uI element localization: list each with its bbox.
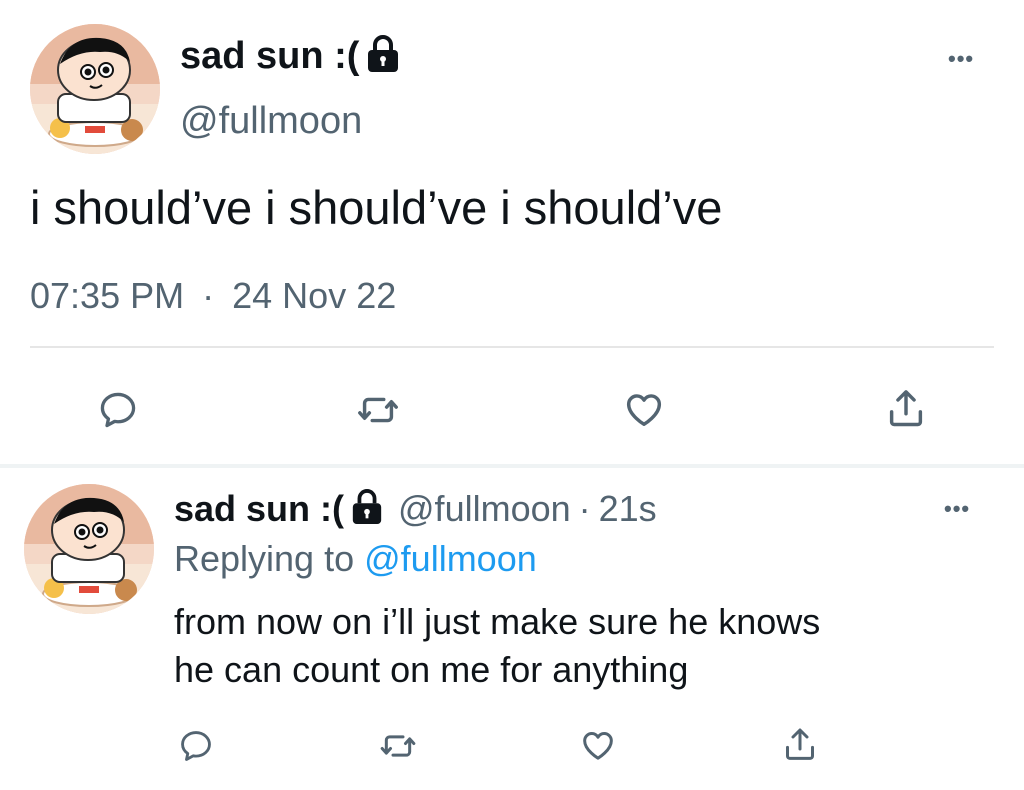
lock-icon <box>365 34 401 79</box>
avatar[interactable] <box>24 484 154 614</box>
like-icon <box>583 732 613 760</box>
replying-handle-link[interactable]: @fullmoon <box>364 538 537 579</box>
lock-icon <box>350 488 384 531</box>
like-button[interactable] <box>614 380 674 436</box>
reply-tweet: sad sun :( @fullmoon · 21s ••• Replying … <box>0 468 1024 790</box>
more-options-icon[interactable]: ••• <box>948 48 974 70</box>
author-line: sad sun :( <box>180 32 401 80</box>
reply-icon <box>100 392 136 428</box>
replying-prefix: Replying to <box>174 538 355 579</box>
main-tweet: sad sun :( @fullmoon ••• i should’ve i s… <box>0 0 1024 466</box>
share-icon <box>786 728 814 760</box>
reply-button[interactable] <box>88 382 148 438</box>
retweet-button[interactable] <box>348 382 408 438</box>
retweet-button[interactable] <box>372 722 424 770</box>
like-button[interactable] <box>572 720 624 768</box>
avatar-image <box>30 24 160 154</box>
replying-to: Replying to @fullmoon <box>174 538 537 580</box>
share-icon <box>889 390 923 427</box>
avatar[interactable] <box>30 24 160 154</box>
date[interactable]: 24 Nov 22 <box>232 275 396 316</box>
retweet-icon <box>358 397 398 423</box>
avatar-image <box>24 484 154 614</box>
share-button[interactable] <box>774 720 826 768</box>
share-button[interactable] <box>876 380 936 436</box>
separator: · <box>578 488 591 529</box>
like-icon <box>626 394 662 427</box>
retweet-icon <box>380 735 416 757</box>
more-options-icon[interactable]: ••• <box>944 498 970 520</box>
timestamp: 07:35 PM · 24 Nov 22 <box>30 276 396 316</box>
handle[interactable]: @fullmoon <box>180 100 362 142</box>
reply-text-line: from now on i’ll just make sure he knows <box>174 601 821 642</box>
divider <box>30 346 994 348</box>
separator: · <box>202 275 215 316</box>
reply-text-line: he can count on me for anything <box>174 649 689 690</box>
reply-header: sad sun :( @fullmoon · 21s <box>174 486 657 532</box>
display-name[interactable]: sad sun :( <box>174 488 344 530</box>
time[interactable]: 07:35 PM <box>30 275 184 316</box>
tweet-age[interactable]: 21s <box>599 488 657 530</box>
handle[interactable]: @fullmoon <box>398 488 571 530</box>
reply-icon <box>181 731 211 761</box>
tweet-text: i should’ve i should’ve i should’ve <box>30 181 723 234</box>
display-name[interactable]: sad sun :( <box>180 35 359 78</box>
reply-button[interactable] <box>170 722 222 770</box>
reply-text: from now on i’ll just make sure he knows… <box>174 598 820 694</box>
